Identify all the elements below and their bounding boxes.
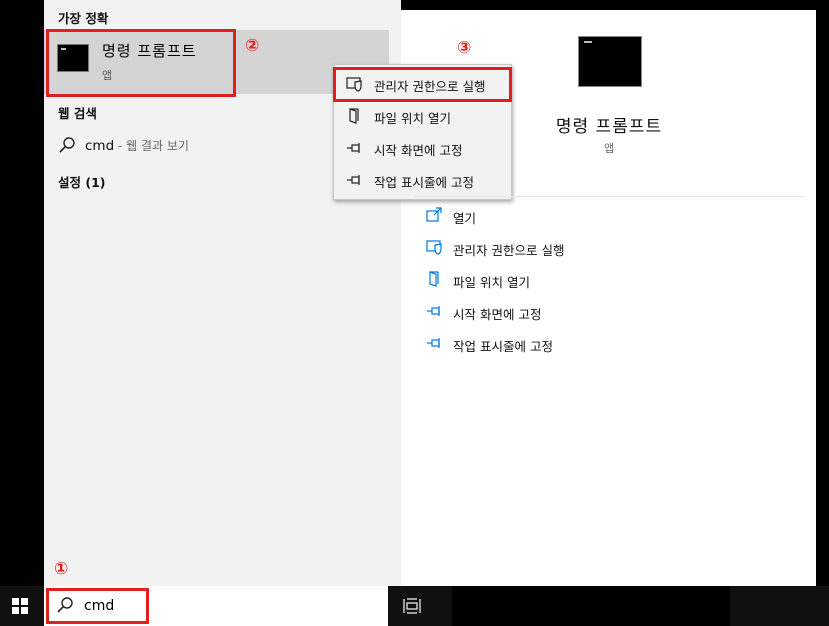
pin-icon bbox=[346, 140, 364, 160]
file-location-icon bbox=[426, 271, 444, 291]
highlight-search-box bbox=[46, 588, 149, 624]
context-menu-item-pin-to-start[interactable]: 시작 화면에 고정 bbox=[334, 133, 511, 163]
detail-action-label: 시작 화면에 고정 bbox=[453, 307, 542, 322]
detail-action-run-as-admin[interactable]: 관리자 권한으로 실행 bbox=[420, 234, 800, 262]
command-prompt-large-icon bbox=[578, 36, 642, 87]
file-location-icon bbox=[346, 108, 364, 128]
best-match-header: 가장 정확 bbox=[58, 11, 109, 26]
highlight-run-as-admin bbox=[333, 67, 512, 102]
taskbar-app-area bbox=[452, 586, 730, 626]
detail-action-pin-to-taskbar[interactable]: 작업 표시줄에 고정 bbox=[420, 330, 800, 358]
step-3-badge: ③ bbox=[457, 38, 472, 58]
context-menu-label: 시작 화면에 고정 bbox=[374, 143, 463, 158]
detail-separator bbox=[414, 196, 804, 197]
pin-icon bbox=[426, 335, 444, 355]
windows-start-icon[interactable] bbox=[12, 598, 28, 614]
pin-icon bbox=[426, 303, 444, 323]
web-search-header: 웹 검색 bbox=[58, 106, 97, 121]
context-menu-label: 작업 표시줄에 고정 bbox=[374, 175, 474, 190]
detail-action-label: 관리자 권한으로 실행 bbox=[453, 243, 565, 258]
detail-action-open[interactable]: 열기 bbox=[420, 202, 800, 230]
settings-header[interactable]: 설정 (1) bbox=[58, 172, 105, 191]
start-right-strip bbox=[816, 0, 829, 586]
step-1-badge: ① bbox=[54, 559, 69, 579]
detail-title: 명령 프롬프트 bbox=[555, 117, 663, 137]
detail-action-label: 파일 위치 열기 bbox=[453, 275, 530, 290]
open-icon bbox=[426, 207, 444, 227]
shield-icon bbox=[426, 239, 444, 259]
detail-action-pin-to-start[interactable]: 시작 화면에 고정 bbox=[420, 298, 800, 326]
detail-action-label: 작업 표시줄에 고정 bbox=[453, 339, 553, 354]
start-left-strip bbox=[0, 0, 44, 586]
pin-icon bbox=[346, 172, 364, 192]
web-search-suffix: - 웹 결과 보기 bbox=[114, 139, 189, 153]
context-menu-label: 파일 위치 열기 bbox=[374, 111, 451, 126]
context-menu-item-pin-to-taskbar[interactable]: 작업 표시줄에 고정 bbox=[334, 165, 511, 195]
task-view-icon[interactable] bbox=[400, 594, 424, 618]
detail-action-open-file-location[interactable]: 파일 위치 열기 bbox=[420, 266, 800, 294]
step-2-badge: ② bbox=[245, 36, 260, 56]
highlight-best-match bbox=[46, 29, 236, 97]
web-search-query: cmd bbox=[85, 138, 115, 154]
context-menu-item-open-file-location[interactable]: 파일 위치 열기 bbox=[334, 101, 511, 131]
detail-action-label: 열기 bbox=[453, 211, 477, 226]
detail-subtitle: 앱 bbox=[603, 142, 615, 155]
search-icon bbox=[58, 136, 76, 158]
